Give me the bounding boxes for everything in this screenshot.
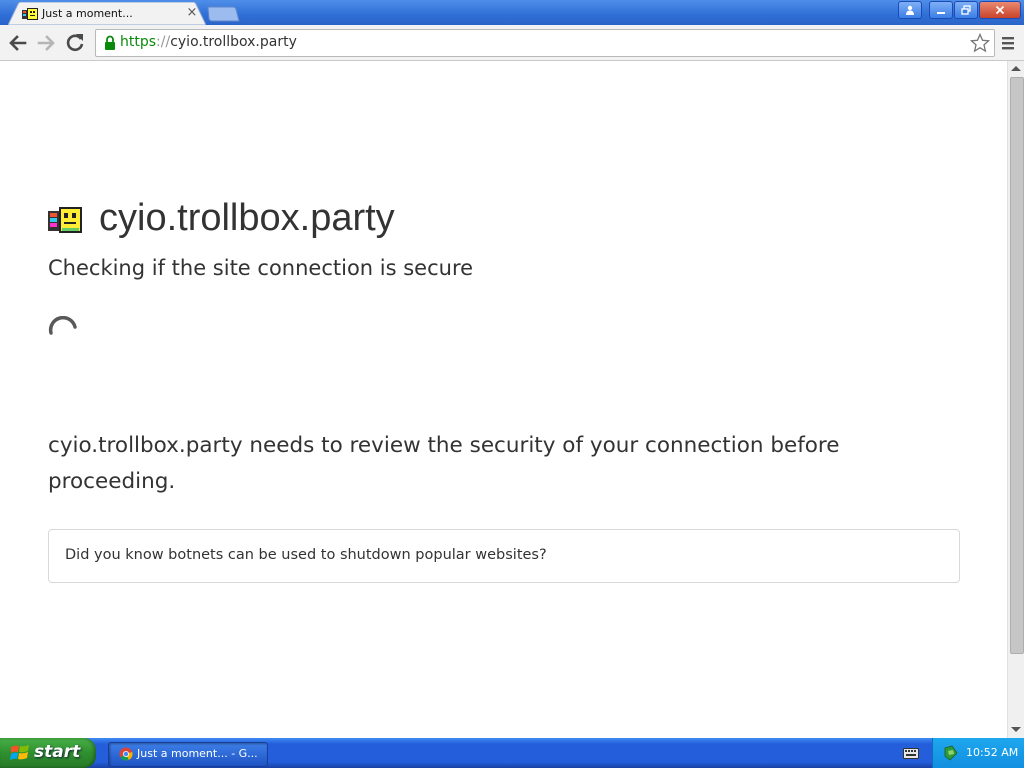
site-favicon-icon <box>22 8 38 20</box>
site-title: cyio.trollbox.party <box>99 197 395 239</box>
network-icon[interactable] <box>943 745 959 761</box>
minimize-icon <box>937 12 945 14</box>
vertical-scrollbar[interactable] <box>1007 61 1024 738</box>
forward-arrow-icon[interactable] <box>33 30 59 56</box>
url-text[interactable]: https://cyio.trollbox.party <box>120 34 297 50</box>
url-separator: :// <box>156 34 171 50</box>
scrollbar-thumb[interactable] <box>1010 77 1024 654</box>
system-tray: 10:52 AM <box>932 738 1024 768</box>
tab-title: Just a moment... <box>42 7 133 20</box>
browser-title-bar: Just a moment... × <box>0 0 1024 25</box>
chrome-icon <box>119 747 133 761</box>
taskbar-window-chrome[interactable]: Just a moment... - G... <box>108 742 268 767</box>
start-button[interactable]: start <box>0 738 96 768</box>
start-label: start <box>34 742 81 762</box>
taskbar-window-label: Just a moment... - G... <box>137 747 258 760</box>
url-scheme: https <box>120 34 157 50</box>
scroll-up-arrow-icon[interactable] <box>1011 66 1021 71</box>
taskbar: start Just a moment... - G... 10:52 AM <box>0 738 1024 768</box>
new-tab-button[interactable] <box>206 6 240 22</box>
back-arrow-icon[interactable] <box>5 30 31 56</box>
star-icon[interactable] <box>970 33 990 53</box>
minimize-button[interactable] <box>929 1 953 19</box>
browser-toolbar: https://cyio.trollbox.party <box>0 25 1024 61</box>
tip-text: Did you know botnets can be used to shut… <box>65 547 547 563</box>
restore-icon <box>961 5 971 15</box>
lock-icon[interactable] <box>103 35 117 51</box>
page-heading: Checking if the site connection is secur… <box>48 256 474 280</box>
tip-box: Did you know botnets can be used to shut… <box>48 529 960 583</box>
url-host: cyio.trollbox.party <box>170 34 297 50</box>
tab-just-a-moment[interactable]: Just a moment... × <box>8 2 206 25</box>
reload-icon[interactable] <box>62 30 88 56</box>
hamburger-menu-icon[interactable] <box>999 34 1017 52</box>
site-logo-icon <box>48 207 82 233</box>
loading-spinner-icon <box>48 316 77 335</box>
address-bar[interactable]: https://cyio.trollbox.party <box>95 29 995 57</box>
clock[interactable]: 10:52 AM <box>966 746 1018 759</box>
scroll-down-arrow-icon[interactable] <box>1011 727 1021 732</box>
profile-button[interactable] <box>898 1 922 19</box>
window-close-button[interactable] <box>979 1 1021 19</box>
security-review-message: cyio.trollbox.party needs to review the … <box>48 433 840 494</box>
close-icon <box>995 5 1005 15</box>
profile-icon <box>906 5 914 15</box>
restore-button[interactable] <box>954 1 978 19</box>
tab-close-icon[interactable]: × <box>184 5 200 21</box>
keyboard-icon[interactable] <box>903 746 919 760</box>
windows-logo-icon <box>10 745 29 760</box>
page-content: cyio.trollbox.party Checking if the site… <box>0 61 1007 738</box>
